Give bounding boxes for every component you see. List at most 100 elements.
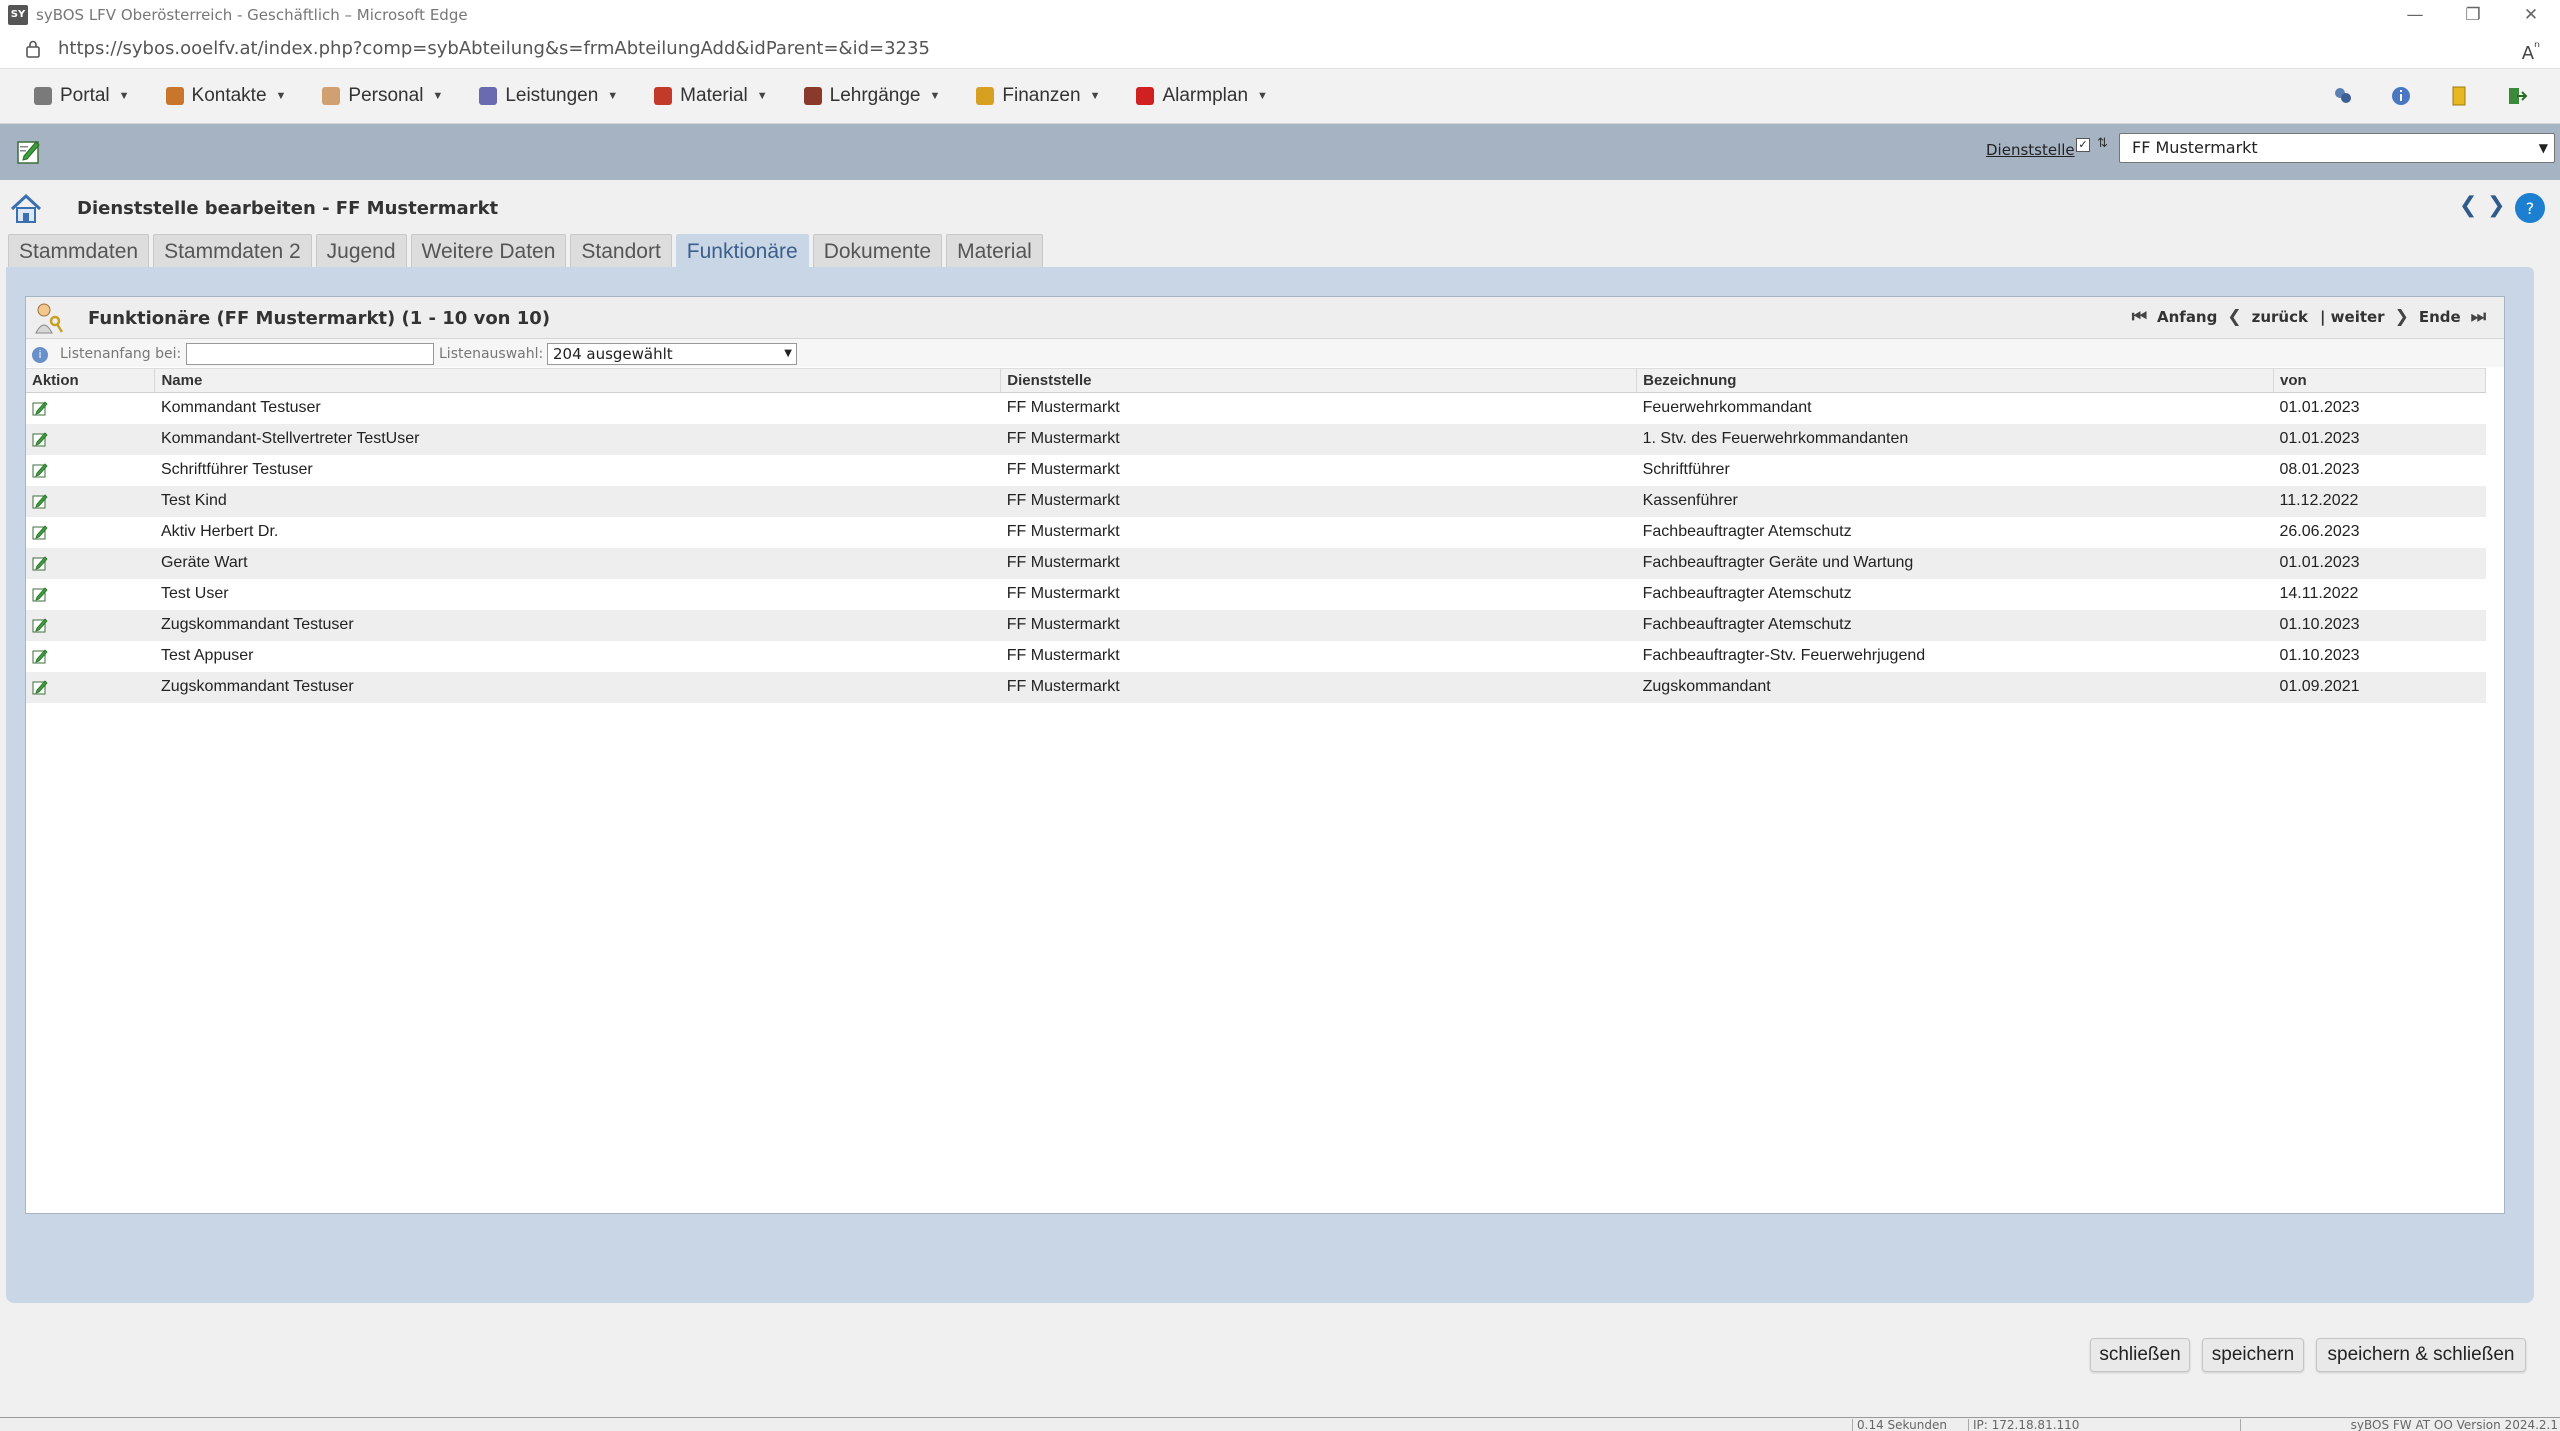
address-bar[interactable]: https://sybos.ooelfv.at/index.php?comp=s… — [0, 29, 2560, 69]
edit-icon[interactable] — [32, 586, 48, 602]
previous-record-icon[interactable]: ❮ — [2459, 193, 2477, 218]
edit-icon[interactable] — [32, 617, 48, 633]
table-row[interactable]: Aktiv Herbert Dr. FF Mustermarkt Fachbeauf… — [26, 516, 2486, 548]
functionaries-table: Aktion Name Dienststelle Bezeichnung von… — [26, 368, 2486, 703]
edit-icon[interactable] — [32, 462, 48, 478]
save-and-close-button[interactable]: speichern & schließen — [2316, 1338, 2526, 1372]
tab-weitere-daten[interactable]: Weitere Daten — [410, 234, 567, 268]
cell-name[interactable]: Geräte Wart — [154, 547, 1001, 579]
tab-stammdaten-2[interactable]: Stammdaten 2 — [153, 234, 312, 268]
first-page-link[interactable]: Anfang — [2157, 308, 2217, 326]
table-row[interactable]: Zugskommandant Testuser FF Mustermarkt Zug… — [26, 671, 2486, 703]
url-text[interactable]: https://sybos.ooelfv.at/index.php?comp=s… — [58, 38, 930, 59]
table-row[interactable]: Kommandant Testuser FF Mustermarkt Feuerwe… — [26, 392, 2486, 424]
help-icon[interactable]: ? — [2515, 193, 2545, 223]
edit-icon[interactable] — [32, 431, 48, 447]
previous-page-icon[interactable]: ❮ — [2227, 307, 2241, 327]
dienststelle-select[interactable]: FF Mustermarkt ▼ — [2119, 133, 2555, 163]
edit-icon[interactable] — [32, 555, 48, 571]
first-page-icon[interactable]: ⏮ — [2132, 307, 2147, 327]
read-aloud-icon[interactable]: Aⁿ — [2522, 38, 2540, 64]
tab-material[interactable]: Material — [946, 234, 1043, 268]
table-row[interactable]: Schriftführer Testuser FF Mustermarkt Schr… — [26, 454, 2486, 486]
cell-bezeichnung: Fachbeauftragter-Stv. Feuerwehrjugend — [1636, 640, 2274, 672]
next-record-icon[interactable]: ❯ — [2487, 193, 2505, 218]
lock-icon[interactable] — [22, 38, 44, 60]
restore-icon[interactable]: ❐ — [2444, 0, 2502, 29]
minimize-icon[interactable]: — — [2386, 0, 2444, 29]
tab-funktionäre[interactable]: Funktionäre — [675, 234, 809, 268]
close-window-icon[interactable]: ✕ — [2502, 0, 2560, 29]
edit-icon[interactable] — [32, 679, 48, 695]
menu-finanzen[interactable]: Finanzen ▼ — [976, 85, 1100, 107]
edit-icon[interactable] — [32, 648, 48, 664]
menu-lehrg-nge[interactable]: Lehrgänge ▼ — [803, 85, 940, 107]
list-start-input[interactable] — [186, 343, 434, 365]
switch-user-icon[interactable] — [2330, 83, 2356, 109]
tab-dokumente[interactable]: Dokumente — [812, 234, 943, 268]
save-button[interactable]: speichern — [2202, 1338, 2304, 1372]
cell-name[interactable]: Schriftführer Testuser — [154, 454, 1001, 486]
cell-name[interactable]: Test Appuser — [154, 640, 1001, 672]
info-icon[interactable] — [2388, 83, 2414, 109]
menu-label: Leistungen — [505, 85, 599, 106]
menu-personal[interactable]: Personal ▼ — [322, 85, 443, 107]
cell-name[interactable]: Zugskommandant Testuser — [154, 609, 1001, 641]
column-header-von[interactable]: von — [2273, 368, 2486, 393]
dienststelle-checkbox[interactable]: ✓ — [2076, 138, 2090, 152]
next-page-icon[interactable]: ❯ — [2395, 307, 2409, 327]
tab-jugend[interactable]: Jugend — [315, 234, 407, 268]
alarm-icon — [1136, 87, 1155, 105]
page-title: Dienststelle bearbeiten - FF Mustermarkt — [77, 198, 499, 219]
table-row[interactable]: Test Kind FF Mustermarkt Kassenführer 11.12… — [26, 485, 2486, 517]
edit-icon[interactable] — [32, 400, 48, 416]
cell-name[interactable]: Test Kind — [154, 485, 1001, 517]
menu-leistungen[interactable]: Leistungen ▼ — [479, 85, 618, 107]
cell-von: 08.01.2023 — [2273, 454, 2486, 486]
logout-icon[interactable] — [2504, 83, 2530, 109]
column-header-bezeichnung[interactable]: Bezeichnung — [1636, 368, 2274, 393]
list-selection-select[interactable]: 204 ausgewählt ▼ — [547, 343, 797, 365]
cell-dienststelle: FF Mustermarkt — [1000, 609, 1637, 641]
menu-alarmplan[interactable]: Alarmplan ▼ — [1136, 85, 1268, 107]
edit-icon[interactable] — [32, 524, 48, 540]
table-row[interactable]: Kommandant-Stellvertreter TestUser FF Mus… — [26, 423, 2486, 455]
department-home-icon — [8, 191, 44, 227]
menu-kontakte[interactable]: Kontakte ▼ — [165, 85, 286, 107]
edit-icon[interactable] — [32, 493, 48, 509]
info-icon[interactable]: i — [32, 347, 48, 363]
cell-name[interactable]: Kommandant Testuser — [154, 392, 1001, 424]
cell-dienststelle: FF Mustermarkt — [1000, 640, 1637, 672]
table-row[interactable]: Zugskommandant Testuser FF Mustermarkt Fac… — [26, 609, 2486, 641]
cell-bezeichnung: Zugskommandant — [1636, 671, 2274, 703]
dienststelle-label[interactable]: Dienststelle — [1986, 141, 2075, 159]
tab-standort[interactable]: Standort — [570, 234, 672, 268]
cell-von: 01.01.2023 — [2273, 547, 2486, 579]
table-row[interactable]: Test Appuser FF Mustermarkt Fachbeauftragt… — [26, 640, 2486, 672]
sort-icon[interactable]: ⇅ — [2097, 136, 2108, 151]
last-page-icon[interactable]: ⏭ — [2471, 307, 2486, 327]
last-page-link[interactable]: Ende — [2419, 308, 2461, 326]
menu-label: Finanzen — [1002, 85, 1081, 106]
column-header-aktion[interactable]: Aktion — [26, 368, 156, 393]
table-row[interactable]: Geräte Wart FF Mustermarkt Fachbeauftragte… — [26, 547, 2486, 579]
next-page-link[interactable]: | weiter — [2320, 308, 2385, 326]
tab-stammdaten[interactable]: Stammdaten — [8, 234, 150, 268]
table-row[interactable]: Test User FF Mustermarkt Fachbeauftragter … — [26, 578, 2486, 610]
cell-name[interactable]: Zugskommandant Testuser — [154, 671, 1001, 703]
column-header-name[interactable]: Name — [154, 368, 1002, 393]
menu-material[interactable]: Material ▼ — [654, 85, 768, 107]
window-title: syBOS LFV Oberösterreich - Geschäftlich … — [36, 5, 468, 24]
close-button[interactable]: schließen — [2090, 1338, 2190, 1372]
cell-name[interactable]: Kommandant-Stellvertreter TestUser — [154, 423, 1001, 455]
menu-portal[interactable]: Portal ▼ — [34, 85, 130, 107]
cell-name[interactable]: Test User — [154, 578, 1001, 610]
edit-icon[interactable] — [16, 137, 42, 165]
column-header-dienststelle[interactable]: Dienststelle — [1000, 368, 1638, 393]
previous-page-link[interactable]: zurück — [2252, 308, 2308, 326]
list-selection-label: Listenauswahl: — [439, 346, 544, 362]
cell-name[interactable]: Aktiv Herbert Dr. — [154, 516, 1001, 548]
notes-icon[interactable] — [2446, 83, 2472, 109]
list-selection-value: 204 ausgewählt — [553, 345, 673, 363]
person-key-icon — [34, 301, 64, 335]
